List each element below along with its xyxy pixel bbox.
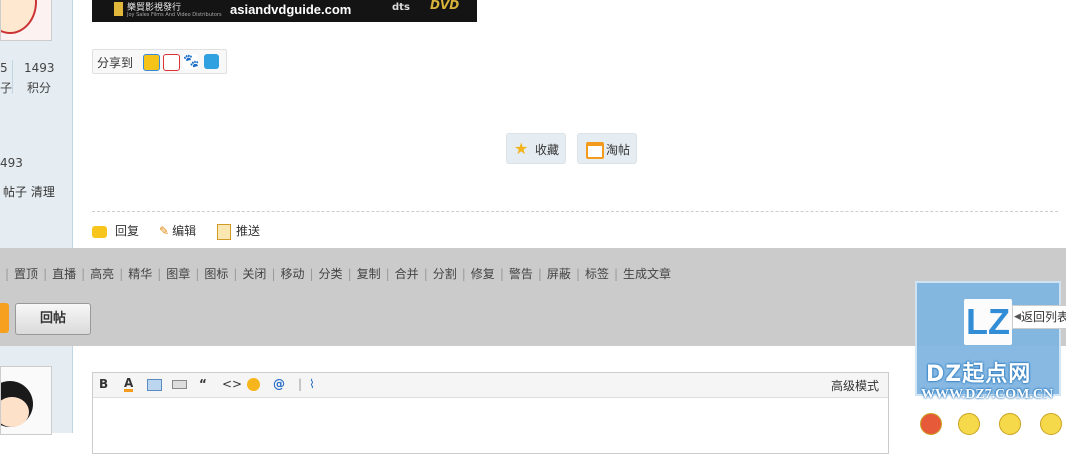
reply-label: 回复 (115, 224, 140, 238)
pengyou-icon[interactable] (204, 54, 219, 69)
sidebar-links[interactable]: 帖子 清理 (3, 183, 55, 200)
reply-button[interactable]: 回帖 (15, 303, 91, 335)
mod-separator: | (309, 267, 314, 281)
mod-separator: | (119, 267, 124, 281)
mod-separator: | (385, 267, 390, 281)
points-value[interactable]: 1493 (24, 61, 55, 75)
mod-separator: | (461, 267, 466, 281)
mod-separator: | (233, 267, 238, 281)
moderator-bar (0, 248, 1066, 346)
stat-value: 5 (0, 61, 8, 75)
mod-link[interactable]: 图标 (204, 267, 228, 281)
star-icon: ★ (514, 139, 529, 158)
avatar[interactable] (0, 0, 52, 41)
code-button[interactable]: <> (222, 377, 242, 391)
mod-link[interactable]: 复制 (357, 267, 381, 281)
push-action[interactable]: 推送 (217, 222, 260, 240)
favorite-label: 收藏 (535, 143, 560, 157)
new-post-button-edge[interactable] (0, 303, 9, 333)
font-color-button[interactable]: A (124, 377, 134, 392)
watermark-title: DZ起点网 (926, 362, 1032, 387)
mod-separator: | (423, 267, 428, 281)
editor-toolbar: B A “ <> @ | ⌇ 高级模式 (93, 373, 888, 398)
edit-label: 编辑 (172, 224, 197, 238)
mod-link[interactable]: 移动 (280, 267, 304, 281)
mod-link[interactable]: 生成文章 (623, 267, 671, 281)
baidu-icon[interactable]: 🐾 (183, 54, 199, 69)
mod-link[interactable]: 修复 (471, 267, 495, 281)
divider (92, 211, 1058, 212)
mod-separator: | (157, 267, 162, 281)
attachment-image-icon[interactable] (172, 380, 187, 389)
share-label: 分享到 (97, 56, 134, 70)
push-icon (217, 223, 231, 240)
ad-site: asiandvdguide.com (230, 2, 352, 17)
mod-link[interactable]: 精华 (128, 267, 152, 281)
toolbar-separator: | (298, 377, 303, 391)
watermark-url: WWW.DZ7.COM.CN (921, 387, 1054, 402)
ad-logo-icon (114, 2, 123, 16)
stat-value-2: 493 (0, 156, 23, 170)
back-to-list-label: 返回列表 (1021, 310, 1066, 324)
taotie-label: 淘帖 (606, 143, 631, 157)
quote-button[interactable]: “ (199, 377, 207, 391)
mod-link[interactable]: 置顶 (14, 267, 38, 281)
mod-link[interactable]: 分类 (319, 267, 343, 281)
arrow-left-icon: ◀ (1014, 312, 1021, 322)
mod-separator: | (81, 267, 86, 281)
avatar-2[interactable] (0, 366, 52, 435)
points-label: 积分 (27, 81, 52, 95)
stat-divider (12, 60, 13, 94)
smiley-icon-2[interactable] (958, 413, 980, 435)
mod-separator: | (271, 267, 276, 281)
mod-link[interactable]: 高亮 (90, 267, 114, 281)
mod-separator: | (195, 267, 200, 281)
dts-logo-icon: dts (392, 2, 410, 13)
tray-icon (586, 142, 604, 159)
back-to-list-button[interactable]: ◀ 返回列表 (1012, 305, 1066, 329)
mod-link[interactable]: 直播 (52, 267, 76, 281)
stat-label: 子 (0, 81, 13, 95)
mod-link[interactable]: 图章 (166, 267, 190, 281)
mod-separator: | (43, 267, 48, 281)
advanced-mode-link[interactable]: 高级模式 (831, 377, 879, 394)
at-button[interactable]: @ (273, 377, 285, 391)
mod-separator: | (347, 267, 352, 281)
mod-separator: | (614, 267, 619, 281)
reply-icon (92, 225, 107, 238)
moderator-links: | 置顶 | 直播 | 高亮 | 精华 | 图章 | 图标 | 关闭 | 移动 | 分类 | 复制 | 合并 | 分割 | 修复 |… (5, 267, 672, 281)
smiley-icon[interactable] (247, 378, 260, 391)
bold-button[interactable]: B (99, 377, 108, 391)
mod-link[interactable]: 分割 (433, 267, 457, 281)
share-box: 分享到 🐾 (92, 49, 227, 74)
image-icon[interactable] (147, 379, 162, 391)
mod-link[interactable]: 关闭 (242, 267, 266, 281)
qzone-icon[interactable] (143, 54, 160, 71)
mod-link[interactable]: 警告 (509, 267, 533, 281)
reply-action[interactable]: 回复 (92, 222, 139, 239)
quick-reply-editor: B A “ <> @ | ⌇ 高级模式 (92, 372, 889, 454)
dvd-logo-icon: DVD (430, 0, 460, 12)
mod-separator: | (537, 267, 542, 281)
edit-action[interactable]: ✎ 编辑 (159, 222, 196, 239)
ad-banner[interactable]: 樂貿影視發行 Joy Sales Films And Video Distrib… (92, 0, 477, 22)
site-logo: LZ (964, 299, 1012, 345)
mod-link[interactable]: 屏蔽 (547, 267, 571, 281)
weibo-icon[interactable] (163, 54, 180, 71)
mod-link[interactable]: 合并 (395, 267, 419, 281)
ad-company-en: Joy Sales Films And Video Distributors (127, 12, 222, 18)
mod-link[interactable]: 标签 (585, 267, 609, 281)
mod-separator: | (499, 267, 504, 281)
push-label: 推送 (236, 224, 261, 238)
smiley-icon-4[interactable] (1040, 413, 1062, 435)
pencil-icon: ✎ (159, 224, 170, 238)
smiley-icon-1[interactable] (920, 413, 942, 435)
taotie-button[interactable]: 淘帖 (577, 133, 637, 164)
attachment-icon[interactable]: ⌇ (309, 377, 315, 391)
smiley-icon-3[interactable] (999, 413, 1021, 435)
mod-separator: | (575, 267, 580, 281)
favorite-button[interactable]: ★ 收藏 (506, 133, 566, 164)
